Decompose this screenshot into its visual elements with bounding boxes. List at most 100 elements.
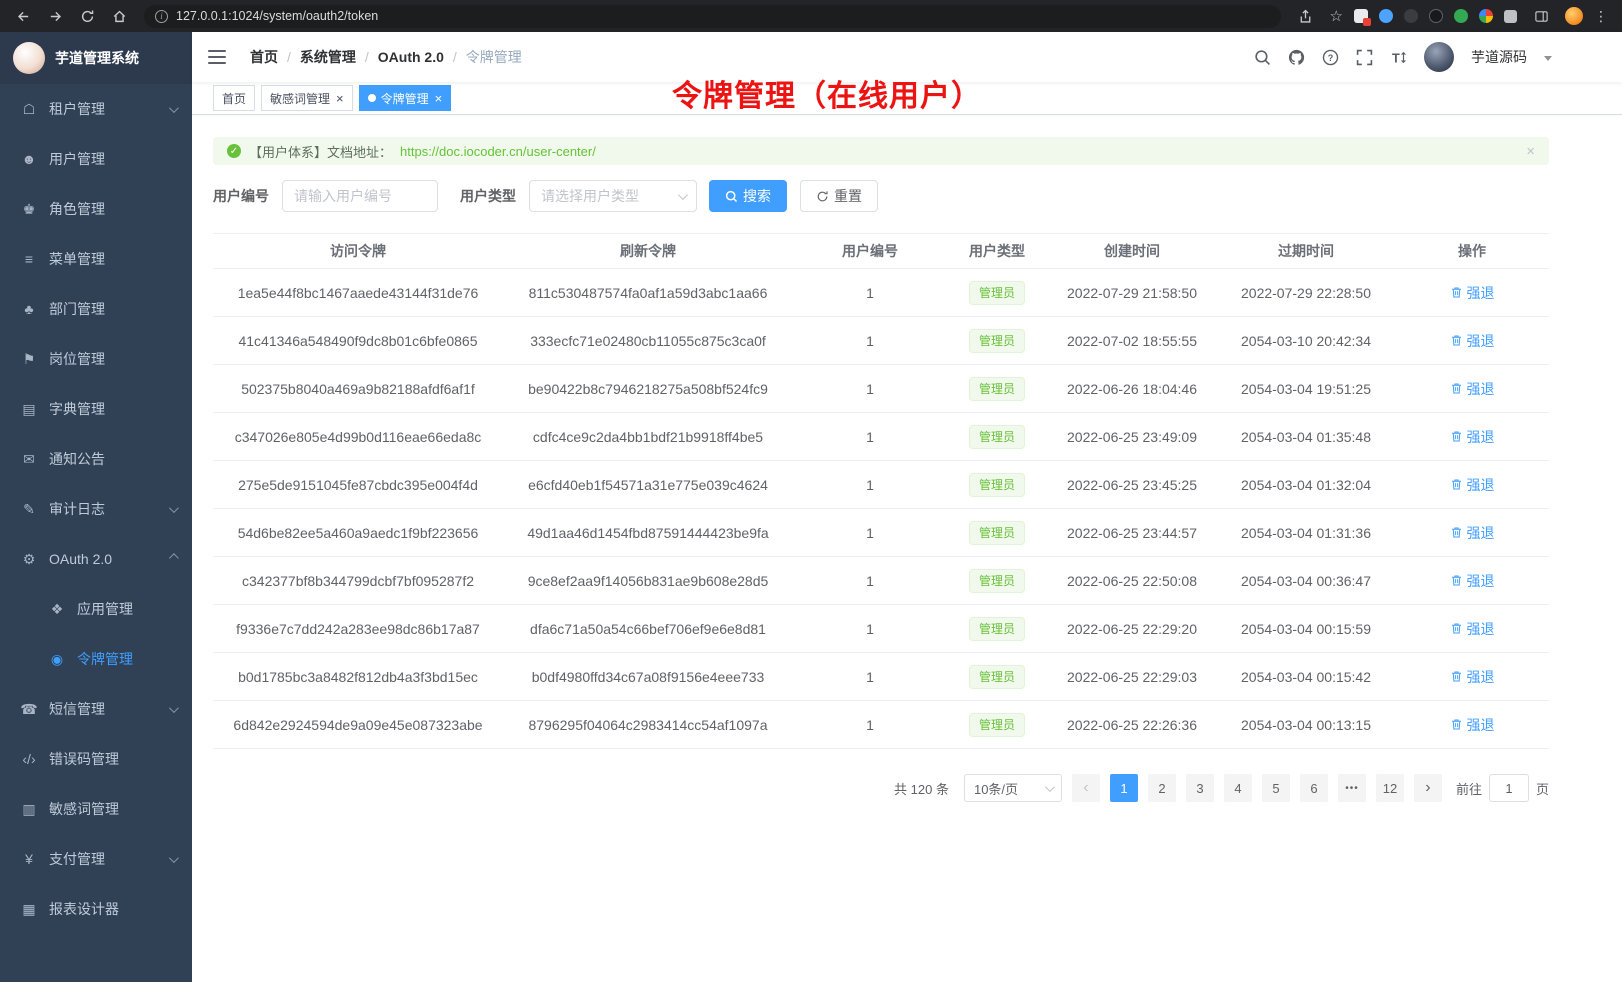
search-button[interactable]: 搜索 [709, 180, 787, 212]
pagination-next-button[interactable]: › [1414, 774, 1442, 802]
force-logout-button[interactable]: 强退 [1450, 427, 1495, 447]
force-logout-button[interactable]: 强退 [1450, 715, 1495, 735]
reset-button-label: 重置 [834, 186, 862, 206]
doc-banner-link[interactable]: https://doc.iocoder.cn/user-center/ [400, 144, 596, 159]
banner-close-icon[interactable]: × [1526, 143, 1535, 160]
sidebar-item-sensitive-word[interactable]: ▥敏感词管理 [0, 784, 192, 834]
tab-home[interactable]: 首页 [213, 85, 255, 111]
cell: 1 [793, 429, 947, 445]
tab-sensitive-word[interactable]: 敏感词管理× [261, 85, 353, 111]
browser-menu-icon[interactable]: ⋮ [1594, 8, 1608, 25]
sidebar-item-audit-log[interactable]: ✎审计日志 [0, 484, 192, 534]
breadcrumb-item[interactable]: OAuth 2.0 [378, 49, 444, 65]
fullscreen-icon[interactable] [1356, 49, 1373, 66]
pagination-page-2[interactable]: 2 [1148, 774, 1176, 802]
reset-button[interactable]: 重置 [800, 180, 878, 212]
user-type-select[interactable]: 请选择用户类型 [529, 180, 697, 212]
user-avatar[interactable] [1424, 42, 1454, 72]
cell: 1 [793, 285, 947, 301]
user-name[interactable]: 芋道源码 [1471, 47, 1527, 67]
top-navbar: 首页/系统管理/OAuth 2.0/令牌管理 ?T 芋道源码 [192, 32, 1622, 82]
bookmark-star-icon[interactable]: ☆ [1330, 9, 1343, 24]
github-icon[interactable] [1288, 49, 1305, 66]
force-logout-button[interactable]: 强退 [1450, 667, 1495, 687]
app-logo-image [13, 42, 45, 74]
sidebar-item-post[interactable]: ⚑岗位管理 [0, 334, 192, 384]
tab-token-manage[interactable]: 令牌管理 × [359, 85, 452, 111]
user-id-input[interactable] [282, 180, 438, 212]
sidebar-item-dict[interactable]: ▤字典管理 [0, 384, 192, 434]
sidebar-item-oauth2-token[interactable]: ◉令牌管理 [0, 634, 192, 684]
sidebar-item-error-code[interactable]: ‹/›错误码管理 [0, 734, 192, 784]
extensions-puzzle-icon[interactable] [1504, 10, 1517, 23]
sidebar-item-dept[interactable]: ♣部门管理 [0, 284, 192, 334]
force-logout-label: 强退 [1467, 475, 1495, 495]
pagination-page-5[interactable]: 5 [1262, 774, 1290, 802]
sidebar-item-notice[interactable]: ✉通知公告 [0, 434, 192, 484]
side-panel-icon[interactable] [1528, 3, 1554, 29]
search-icon[interactable] [1254, 49, 1271, 66]
font-size-icon[interactable]: T [1390, 49, 1407, 66]
table-header-row: 访问令牌刷新令牌用户编号用户类型创建时间过期时间操作 [213, 233, 1549, 269]
browser-profile-avatar[interactable] [1565, 7, 1583, 25]
screen: i 127.0.0.1:1024/system/oauth2/token ☆ ⋮… [0, 0, 1622, 982]
force-logout-button[interactable]: 强退 [1450, 283, 1495, 303]
cell: 强退 [1395, 619, 1549, 639]
dept-icon: ♣ [20, 301, 38, 317]
browser-home-icon[interactable] [106, 3, 132, 29]
sidebar-item-label: 敏感词管理 [49, 799, 176, 819]
sidebar-item-tenant[interactable]: ☖租户管理 [0, 84, 192, 134]
force-logout-button[interactable]: 强退 [1450, 619, 1495, 639]
extension-badged-icon[interactable] [1354, 9, 1368, 23]
pagination-page-12[interactable]: 12 [1376, 774, 1404, 802]
sidebar-item-menu[interactable]: ≡菜单管理 [0, 234, 192, 284]
page-size-select[interactable]: 10条/页 [964, 774, 1062, 802]
sidebar-item-role[interactable]: ♚角色管理 [0, 184, 192, 234]
force-logout-button[interactable]: 强退 [1450, 379, 1495, 399]
address-bar[interactable]: i 127.0.0.1:1024/system/oauth2/token [144, 5, 1281, 28]
tab-label: 令牌管理 [381, 90, 429, 107]
goto-page-input[interactable] [1489, 774, 1529, 802]
sidebar-item-user[interactable]: ☻用户管理 [0, 134, 192, 184]
force-logout-button[interactable]: 强退 [1450, 475, 1495, 495]
user-menu-caret-icon[interactable] [1544, 56, 1552, 61]
pagination-prev-button[interactable]: ‹ [1072, 774, 1100, 802]
pagination-page-1[interactable]: 1 [1110, 774, 1138, 802]
breadcrumb-item[interactable]: 首页 [250, 47, 278, 67]
cell: 管理员 [947, 521, 1047, 545]
user-icon: ☻ [20, 151, 38, 167]
sidebar-item-oauth2-app[interactable]: ❖应用管理 [0, 584, 192, 634]
extension-black-icon[interactable] [1429, 9, 1443, 23]
breadcrumb-item[interactable]: 系统管理 [300, 47, 356, 67]
sidebar-toggle-icon[interactable] [208, 50, 228, 64]
chevron-down-icon [169, 853, 179, 863]
cell: 2022-07-29 21:58:50 [1047, 285, 1217, 301]
tab-close-icon[interactable]: × [435, 92, 443, 105]
browser-forward-icon[interactable] [42, 3, 68, 29]
cell: 2054-03-04 00:36:47 [1217, 573, 1395, 589]
help-icon[interactable]: ? [1322, 49, 1339, 66]
extension-colorful-icon[interactable] [1479, 9, 1493, 23]
browser-back-icon[interactable] [10, 3, 36, 29]
extension-dark-icon[interactable] [1404, 9, 1418, 23]
pagination-page-3[interactable]: 3 [1186, 774, 1214, 802]
user-type-badge: 管理员 [969, 713, 1025, 737]
pagination-page-6[interactable]: 6 [1300, 774, 1328, 802]
share-icon[interactable] [1293, 3, 1319, 29]
sidebar-item-pay[interactable]: ¥支付管理 [0, 834, 192, 884]
extension-blue-icon[interactable] [1379, 9, 1393, 23]
app-logo[interactable]: 芋道管理系统 [0, 32, 192, 84]
sidebar-item-report-designer[interactable]: ▦报表设计器 [0, 884, 192, 934]
sidebar-item-oauth2[interactable]: ⚙OAuth 2.0 [0, 534, 192, 584]
tab-close-icon[interactable]: × [336, 92, 344, 105]
sidebar-item-sms[interactable]: ☎短信管理 [0, 684, 192, 734]
pagination-page-4[interactable]: 4 [1224, 774, 1252, 802]
extension-green-icon[interactable] [1454, 9, 1468, 23]
force-logout-button[interactable]: 强退 [1450, 571, 1495, 591]
force-logout-button[interactable]: 强退 [1450, 331, 1495, 351]
force-logout-button[interactable]: 强退 [1450, 523, 1495, 543]
site-info-icon[interactable]: i [155, 10, 168, 23]
cell: 2022-06-25 23:44:57 [1047, 525, 1217, 541]
browser-reload-icon[interactable] [74, 3, 100, 29]
pagination-more[interactable]: ••• [1338, 774, 1366, 802]
